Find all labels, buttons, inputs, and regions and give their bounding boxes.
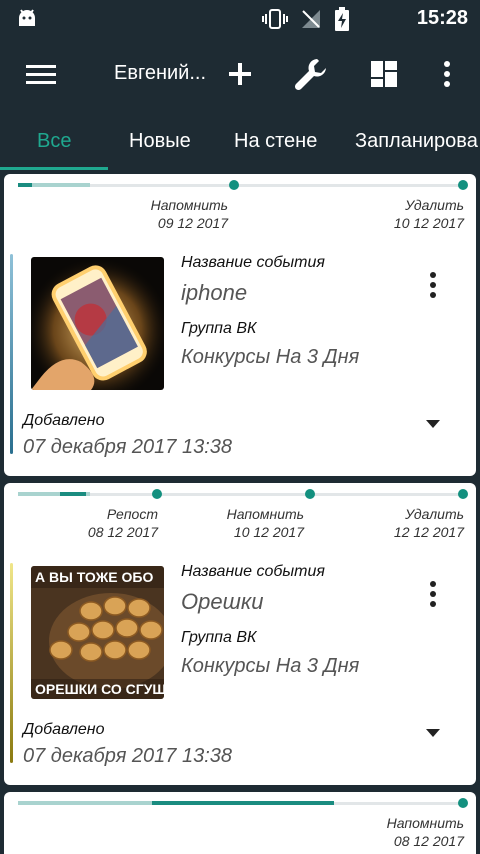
event-name: iphone [181, 280, 248, 305]
card-accent-bar [10, 254, 13, 454]
account-title[interactable]: Евгений... [114, 62, 206, 85]
tab-all[interactable]: Все [37, 130, 71, 153]
card-more-icon[interactable] [422, 579, 444, 609]
clock: 15:28 [416, 7, 468, 29]
group-label: Группа ВК [181, 320, 257, 337]
timeline-dot [458, 798, 468, 808]
timeline-dot [458, 180, 468, 190]
timeline-label: Напомнить 09 12 2017 [150, 197, 228, 231]
iphone-photo-icon [31, 257, 164, 390]
timeline-label: Репост 08 12 2017 [87, 506, 158, 540]
battery-charging-icon [335, 7, 349, 31]
event-card[interactable]: Напомнить 08 12 2017 [4, 792, 476, 854]
card-more-icon[interactable] [422, 270, 444, 300]
event-list[interactable]: Напомнить 09 12 2017 Удалить 10 12 2017 [0, 170, 480, 854]
added-date: 07 декабря 2017 13:38 [23, 745, 233, 767]
app-bar: Евгений... [0, 38, 480, 112]
plus-icon[interactable] [226, 60, 254, 88]
card-accent-bar [10, 563, 13, 763]
menu-icon[interactable] [24, 62, 58, 88]
timeline-label: Напомнить 10 12 2017 [226, 506, 304, 540]
android-icon [19, 9, 35, 26]
tab-bar: Все Новые На стене Запланирова [0, 112, 480, 170]
timeline-label: Удалить 10 12 2017 [393, 197, 464, 231]
timeline-dot [458, 489, 468, 499]
event-timeline: Напомнить 08 12 2017 [4, 792, 476, 854]
vibrate-icon [262, 9, 288, 29]
event-timeline: Репост 08 12 2017 Напомнить 10 12 2017 У… [4, 483, 476, 553]
image-caption-bottom: ОРЕШКИ СО СГУЩ [35, 681, 164, 697]
timeline-label: Удалить 12 12 2017 [393, 506, 464, 540]
tab-on-wall[interactable]: На стене [234, 130, 317, 153]
image-caption-top: А ВЫ ТОЖЕ ОБО [35, 569, 154, 585]
event-name-label: Название события [181, 563, 325, 580]
wrench-icon[interactable] [293, 56, 329, 92]
timeline-label: Напомнить 08 12 2017 [386, 815, 464, 849]
group-label: Группа ВК [181, 629, 257, 646]
dashboard-icon[interactable] [368, 58, 400, 90]
event-timeline: Напомнить 09 12 2017 Удалить 10 12 2017 [4, 174, 476, 244]
more-vert-icon[interactable] [436, 58, 458, 90]
event-card[interactable]: Репост 08 12 2017 Напомнить 10 12 2017 У… [4, 483, 476, 785]
event-image[interactable]: А ВЫ ТОЖЕ ОБО ОРЕШКИ СО СГУЩ [31, 566, 164, 699]
nuts-photo-icon [31, 566, 164, 699]
event-image[interactable] [31, 257, 164, 390]
event-name: Орешки [181, 589, 264, 614]
added-label: Добавлено [23, 721, 105, 738]
timeline-dot [152, 489, 162, 499]
added-label: Добавлено [23, 412, 105, 429]
tab-new[interactable]: Новые [129, 130, 191, 153]
status-bar: 15:28 [0, 0, 480, 38]
tab-scheduled[interactable]: Запланирова [355, 130, 478, 153]
group-name: Конкурсы На 3 Дня [181, 655, 360, 677]
expand-icon[interactable] [424, 418, 442, 430]
timeline-dot [305, 489, 315, 499]
added-date: 07 декабря 2017 13:38 [23, 436, 233, 458]
no-signal-icon [302, 10, 320, 28]
timeline-dot [229, 180, 239, 190]
expand-icon[interactable] [424, 727, 442, 739]
event-card[interactable]: Напомнить 09 12 2017 Удалить 10 12 2017 [4, 174, 476, 476]
event-name-label: Название события [181, 254, 325, 271]
group-name: Конкурсы На 3 Дня [181, 346, 360, 368]
